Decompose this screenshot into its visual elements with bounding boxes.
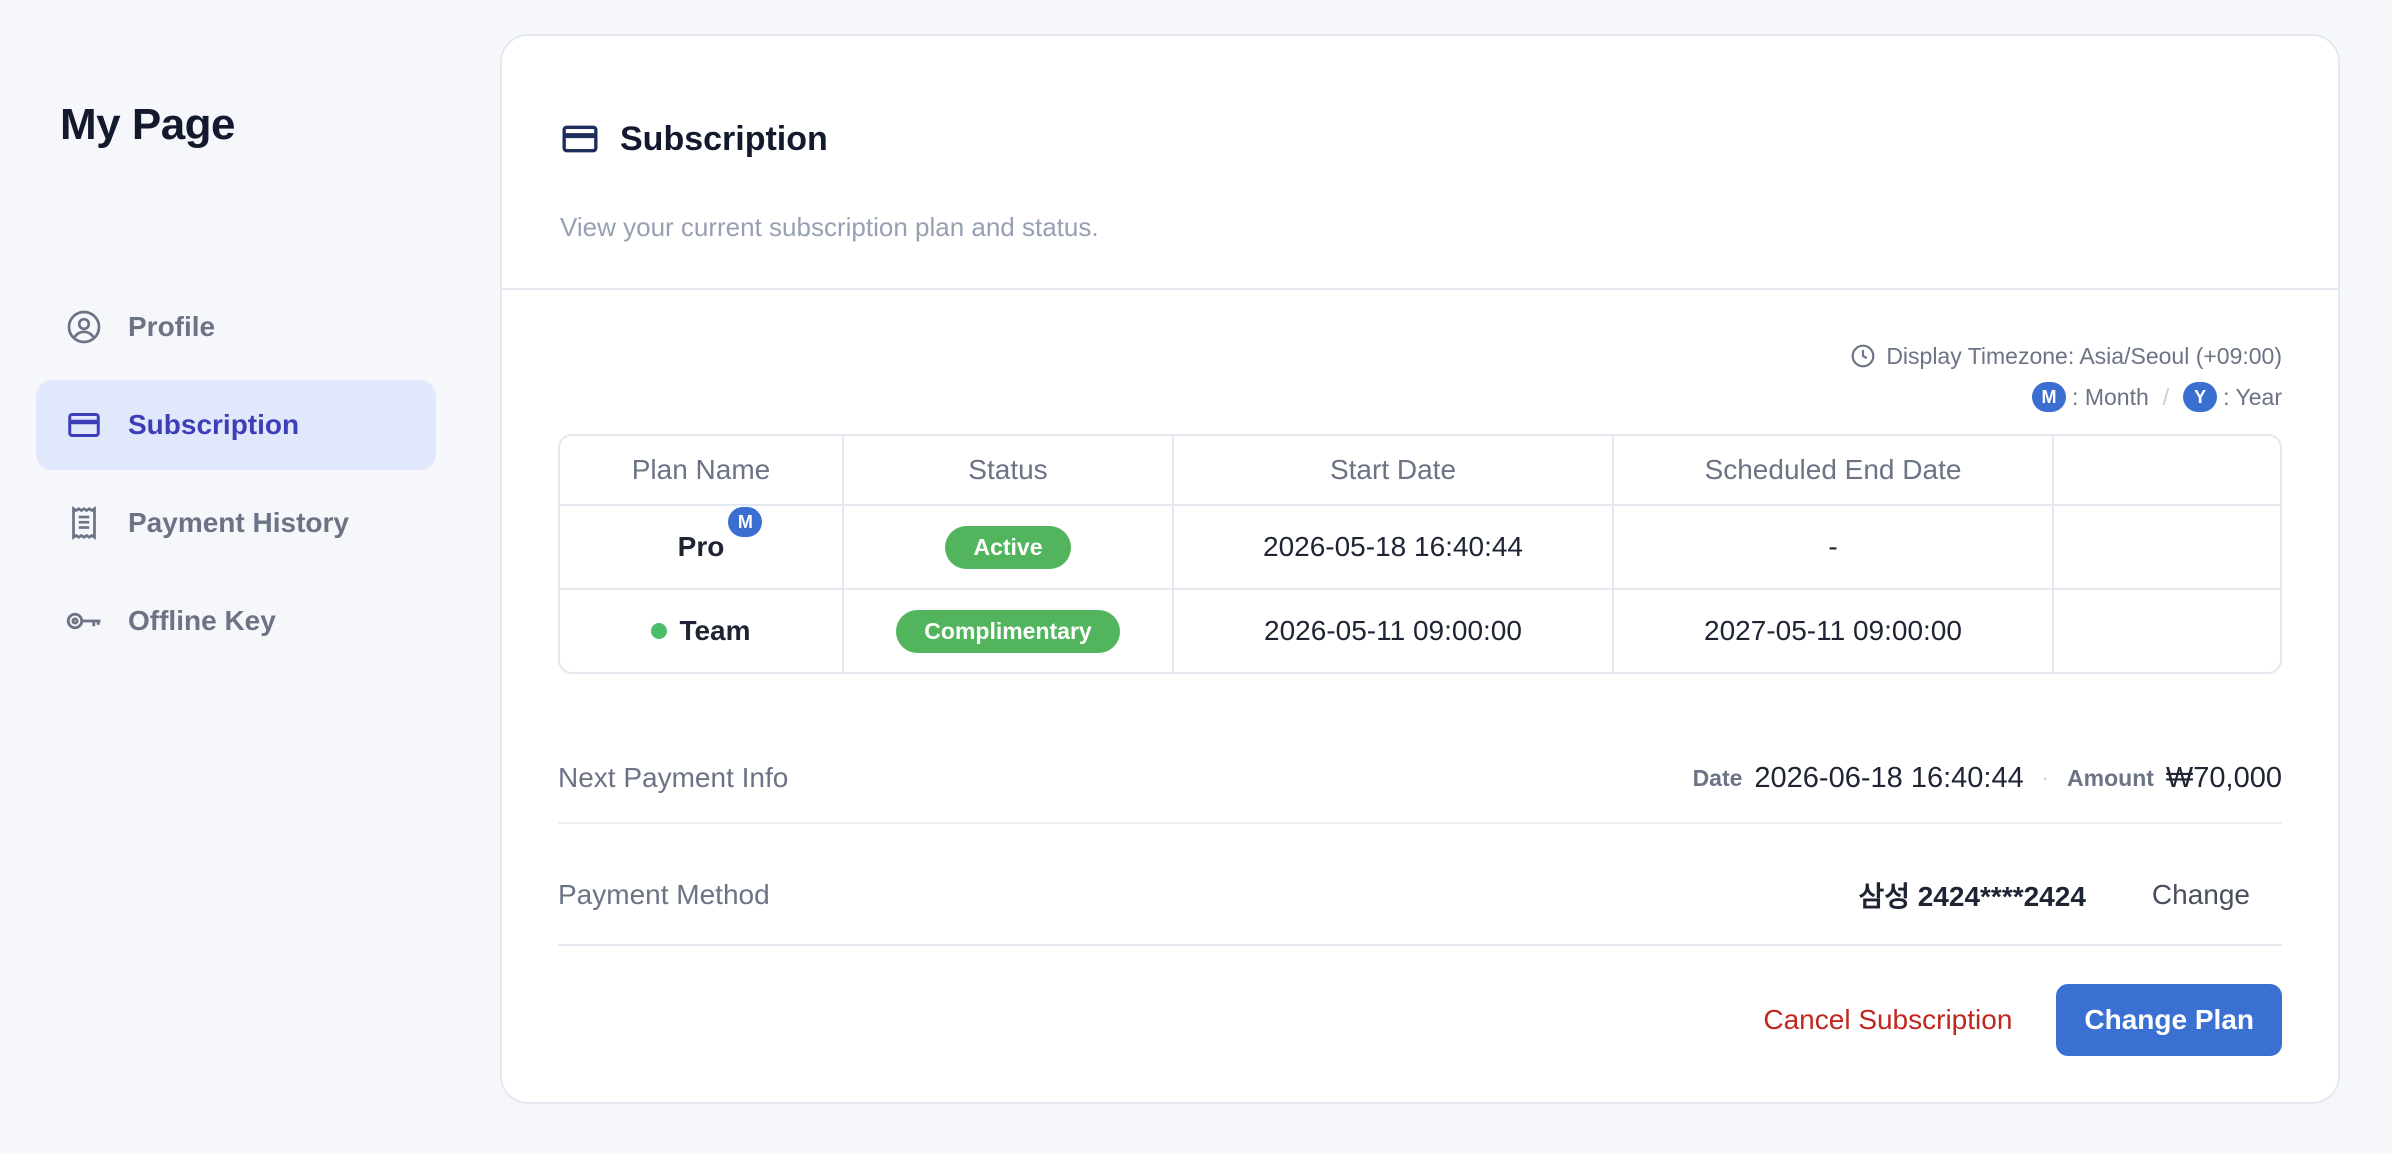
amount-label: Amount (2067, 764, 2154, 791)
receipt-icon (64, 503, 104, 543)
value-separator: · (2041, 765, 2050, 790)
empty-cell (2054, 506, 2280, 588)
credit-card-icon (64, 405, 104, 445)
sidebar-item-label: Profile (128, 311, 216, 342)
sidebar-item-offline-key[interactable]: Offline Key (36, 576, 436, 666)
change-plan-button[interactable]: Change Plan (2056, 984, 2282, 1056)
status-cell: Active (844, 506, 1174, 588)
month-badge: M (728, 507, 763, 537)
sidebar-item-label: Offline Key (128, 605, 276, 636)
billing-cycle-legend: M : Month / Y : Year (2032, 382, 2282, 412)
user-circle-icon (64, 307, 104, 347)
start-date-cell: 2026-05-18 16:40:44 (1174, 506, 1614, 588)
column-header: Start Date (1174, 436, 1614, 504)
column-header: Plan Name (560, 436, 844, 504)
subscription-table: Plan Name Status Start Date Scheduled En… (558, 434, 2282, 674)
next-payment-row: Next Payment Info Date 2026-06-18 16:40:… (558, 734, 2282, 824)
year-legend-label: : Year (2223, 383, 2282, 410)
next-payment-date: 2026-06-18 16:40:44 (1754, 761, 2024, 794)
year-badge: Y (2183, 382, 2218, 412)
status-badge: Complimentary (896, 609, 1120, 653)
sidebar-item-label: Payment History (128, 507, 349, 538)
active-dot-icon (651, 623, 668, 639)
payment-method-row: Payment Method 삼성 2424****2424 Change (558, 846, 2282, 946)
payment-method-values: 삼성 2424****2424 Change (1858, 871, 2282, 919)
column-header (2054, 436, 2280, 504)
sidebar-item-label: Subscription (128, 409, 300, 440)
sidebar-item-payment-history[interactable]: Payment History (36, 478, 436, 568)
sidebar-item-profile[interactable]: Profile (36, 282, 436, 372)
card-header: Subscription View your current subscript… (502, 36, 2338, 290)
cancel-subscription-button[interactable]: Cancel Subscription (1763, 1004, 2012, 1036)
timezone-text: Display Timezone: Asia/Seoul (+09:00) (1886, 342, 2282, 369)
change-payment-method-button[interactable]: Change (2120, 871, 2282, 919)
table-row: Pro M Active 2026-05-18 16:40:44 - (560, 504, 2280, 588)
card-actions: Cancel Subscription Change Plan (1763, 984, 2282, 1056)
table-row: Team Complimentary 2026-05-11 09:00:00 2… (560, 588, 2280, 672)
sidebar-title: My Page (60, 100, 236, 149)
payment-method-label: Payment Method (558, 879, 770, 910)
timezone-info: Display Timezone: Asia/Seoul (+09:00) (1850, 342, 2282, 370)
month-badge: M (2032, 382, 2067, 412)
plan-cell: Pro M (560, 506, 844, 588)
key-icon (64, 601, 104, 641)
sidebar-nav: Profile Subscription Payment History Off… (36, 282, 436, 674)
payment-card-number: 삼성 2424****2424 (1858, 881, 2086, 912)
subscription-card: Subscription View your current subscript… (500, 34, 2340, 1104)
next-payment-amount: ₩70,000 (2165, 761, 2282, 794)
table-header-row: Plan Name Status Start Date Scheduled En… (560, 436, 2280, 504)
status-cell: Complimentary (844, 590, 1174, 672)
page-subtitle: View your current subscription plan and … (560, 212, 1099, 242)
date-label: Date (1692, 764, 1743, 791)
status-badge: Active (945, 525, 1071, 569)
end-date-cell: 2027-05-11 09:00:00 (1614, 590, 2054, 672)
clock-icon (1850, 342, 1878, 370)
month-legend-label: : Month (2072, 383, 2149, 410)
column-header: Status (844, 436, 1174, 504)
plan-name-text: Pro (677, 531, 725, 562)
credit-card-icon (560, 118, 602, 160)
start-date-cell: 2026-05-11 09:00:00 (1174, 590, 1614, 672)
end-date-cell: - (1614, 506, 2054, 588)
column-header: Scheduled End Date (1614, 436, 2054, 504)
plan-name: Pro M (677, 507, 763, 563)
next-payment-label: Next Payment Info (558, 762, 789, 793)
plan-name-text: Team (679, 615, 751, 646)
legend-separator: / (2162, 383, 2170, 410)
page-title: Subscription (560, 118, 828, 160)
next-payment-values: Date 2026-06-18 16:40:44 · Amount ₩70,00… (1693, 762, 2282, 795)
sidebar: My Page Profile Subscription Payment His… (0, 0, 470, 1154)
sidebar-item-subscription[interactable]: Subscription (36, 380, 436, 470)
empty-cell (2054, 590, 2280, 672)
page-title-text: Subscription (620, 119, 828, 158)
plan-cell: Team (560, 590, 844, 672)
